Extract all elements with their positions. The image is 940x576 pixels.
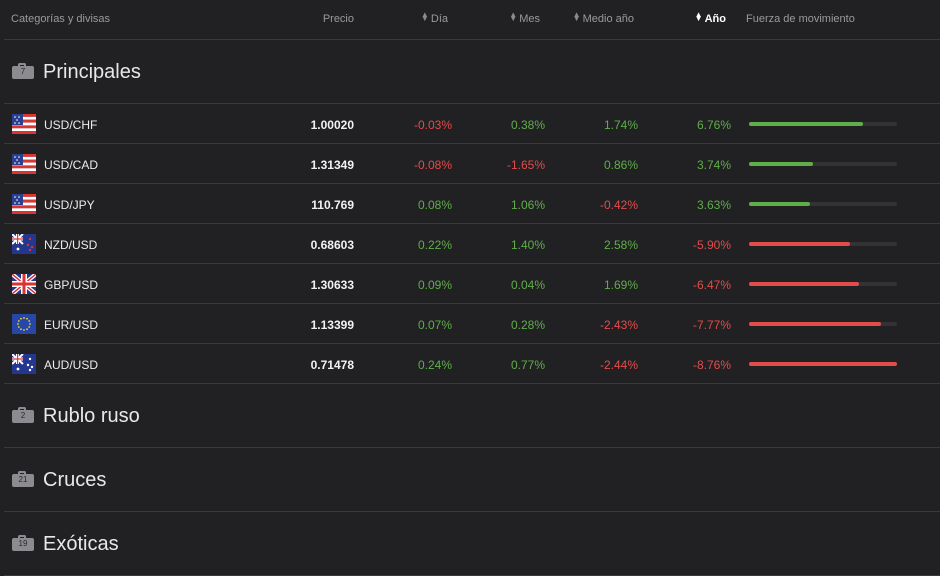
strength-bar-fill bbox=[749, 322, 881, 326]
day-change: 0.09% bbox=[417, 278, 452, 292]
sort-desc-icon: ▲ ▼ bbox=[694, 10, 703, 23]
day-change: 0.08% bbox=[417, 198, 452, 212]
sort-icon: ▲ ▼ bbox=[420, 10, 429, 23]
header-day[interactable]: ▲ ▼ Día bbox=[368, 10, 448, 26]
category-count: 19 bbox=[18, 539, 28, 548]
header-half-year[interactable]: ▲ ▼ Medio año bbox=[552, 10, 634, 26]
price-value: 1.13399 bbox=[310, 318, 354, 332]
table-row[interactable]: AUD/USD 0.71478 0.24% 0.77% -2.44% -8.76% bbox=[4, 344, 940, 384]
half-year-change: 1.69% bbox=[603, 278, 638, 292]
half-year-change: -2.43% bbox=[599, 318, 638, 332]
header-month[interactable]: ▲ ▼ Mes bbox=[460, 10, 540, 26]
strength-bar bbox=[749, 362, 897, 366]
category-count: 7 bbox=[20, 67, 26, 76]
pair-name[interactable]: USD/CAD bbox=[44, 158, 98, 172]
table-header: Categorías y divisas Precio ▲ ▼ Día ▲ ▼ Mes … bbox=[0, 0, 940, 40]
us-flag-icon bbox=[12, 114, 36, 134]
year-change: -7.77% bbox=[692, 318, 731, 332]
strength-bar-fill bbox=[749, 242, 850, 246]
pair-name[interactable]: EUR/USD bbox=[44, 318, 98, 332]
year-change: -6.47% bbox=[692, 278, 731, 292]
au-flag-icon bbox=[11, 353, 36, 374]
price-value: 1.30633 bbox=[310, 278, 354, 292]
category-title: Exóticas bbox=[43, 533, 119, 555]
gb-flag-icon bbox=[10, 272, 38, 296]
half-year-change: 1.74% bbox=[603, 118, 638, 132]
strength-bar-fill bbox=[749, 162, 813, 166]
category-rublo-ruso[interactable]: 2 Rublo ruso bbox=[4, 384, 940, 448]
category-title: Cruces bbox=[43, 469, 107, 491]
month-change: 0.38% bbox=[510, 118, 545, 132]
pair-name[interactable]: NZD/USD bbox=[44, 238, 97, 252]
header-strength: Fuerza de movimiento bbox=[746, 13, 855, 25]
pair-name[interactable]: USD/CHF bbox=[44, 118, 97, 132]
half-year-change: 2.58% bbox=[603, 238, 638, 252]
month-change: 1.06% bbox=[510, 198, 545, 212]
day-change: -0.08% bbox=[413, 158, 452, 172]
half-year-change: -0.42% bbox=[599, 198, 638, 212]
category-title: Rublo ruso bbox=[43, 405, 140, 427]
month-change: -1.65% bbox=[506, 158, 545, 172]
half-year-change: -2.44% bbox=[599, 358, 638, 372]
sort-icon: ▲ ▼ bbox=[509, 10, 518, 23]
sort-icon: ▲ ▼ bbox=[572, 10, 581, 23]
strength-bar bbox=[749, 202, 897, 206]
year-change: -8.76% bbox=[692, 358, 731, 372]
pair-name[interactable]: USD/JPY bbox=[44, 198, 95, 212]
us-flag-icon bbox=[12, 194, 36, 214]
month-change: 1.40% bbox=[510, 238, 545, 252]
header-categories[interactable]: Categorías y divisas bbox=[11, 13, 110, 25]
month-change: 0.28% bbox=[510, 318, 545, 332]
pair-name[interactable]: AUD/USD bbox=[44, 358, 98, 372]
month-change: 0.04% bbox=[510, 278, 545, 292]
year-change: 6.76% bbox=[696, 118, 731, 132]
table-row[interactable]: NZD/USD 0.68603 0.22% 1.40% 2.58% -5.90% bbox=[4, 224, 940, 264]
strength-bar-fill bbox=[749, 122, 863, 126]
day-change: 0.22% bbox=[417, 238, 452, 252]
day-change: 0.07% bbox=[417, 318, 452, 332]
briefcase-icon: 21 bbox=[12, 471, 34, 487]
year-change: 3.74% bbox=[696, 158, 731, 172]
category-title: Principales bbox=[43, 61, 141, 83]
strength-bar-fill bbox=[749, 282, 859, 286]
strength-bar-fill bbox=[749, 202, 810, 206]
price-value: 1.31349 bbox=[310, 158, 354, 172]
year-change: 3.63% bbox=[696, 198, 731, 212]
table-row[interactable]: USD/CAD 1.31349 -0.08% -1.65% 0.86% 3.74% bbox=[4, 144, 940, 184]
briefcase-icon: 7 bbox=[12, 63, 34, 79]
category-count: 21 bbox=[18, 475, 28, 484]
category-count: 2 bbox=[20, 411, 26, 420]
price-value: 1.00020 bbox=[310, 118, 354, 132]
table-row[interactable]: USD/JPY 110.769 0.08% 1.06% -0.42% 3.63% bbox=[4, 184, 940, 224]
half-year-change: 0.86% bbox=[603, 158, 638, 172]
strength-bar-fill bbox=[749, 362, 897, 366]
pair-name[interactable]: GBP/USD bbox=[44, 278, 98, 292]
strength-bar bbox=[749, 242, 897, 246]
table-row[interactable]: GBP/USD 1.30633 0.09% 0.04% 1.69% -6.47% bbox=[4, 264, 940, 304]
price-value: 0.68603 bbox=[310, 238, 354, 252]
price-value: 0.71478 bbox=[310, 358, 354, 372]
price-value: 110.769 bbox=[311, 198, 354, 212]
strength-bar bbox=[749, 162, 897, 166]
category-cruces[interactable]: 21 Cruces bbox=[4, 448, 940, 512]
header-price[interactable]: Precio bbox=[284, 13, 354, 25]
header-year[interactable]: ▲ ▼ Año bbox=[646, 10, 726, 26]
month-change: 0.77% bbox=[510, 358, 545, 372]
table-row[interactable]: EUR/USD 1.13399 0.07% 0.28% -2.43% -7.77% bbox=[4, 304, 940, 344]
day-change: -0.03% bbox=[413, 118, 452, 132]
nz-flag-icon bbox=[11, 233, 36, 254]
briefcase-icon: 2 bbox=[12, 407, 34, 423]
category-principales[interactable]: 7 Principales bbox=[4, 40, 940, 104]
year-change: -5.90% bbox=[692, 238, 731, 252]
category-exoticas[interactable]: 19 Exóticas bbox=[4, 512, 940, 576]
eu-flag-icon bbox=[12, 314, 36, 334]
forex-table: Categorías y divisas Precio ▲ ▼ Día ▲ ▼ Mes … bbox=[0, 0, 940, 576]
table-row[interactable]: USD/CHF 1.00020 -0.03% 0.38% 1.74% 6.76% bbox=[4, 104, 940, 144]
us-flag-icon bbox=[12, 154, 36, 174]
briefcase-icon: 19 bbox=[12, 535, 34, 551]
strength-bar bbox=[749, 282, 897, 286]
strength-bar bbox=[749, 122, 897, 126]
strength-bar bbox=[749, 322, 897, 326]
day-change: 0.24% bbox=[417, 358, 452, 372]
